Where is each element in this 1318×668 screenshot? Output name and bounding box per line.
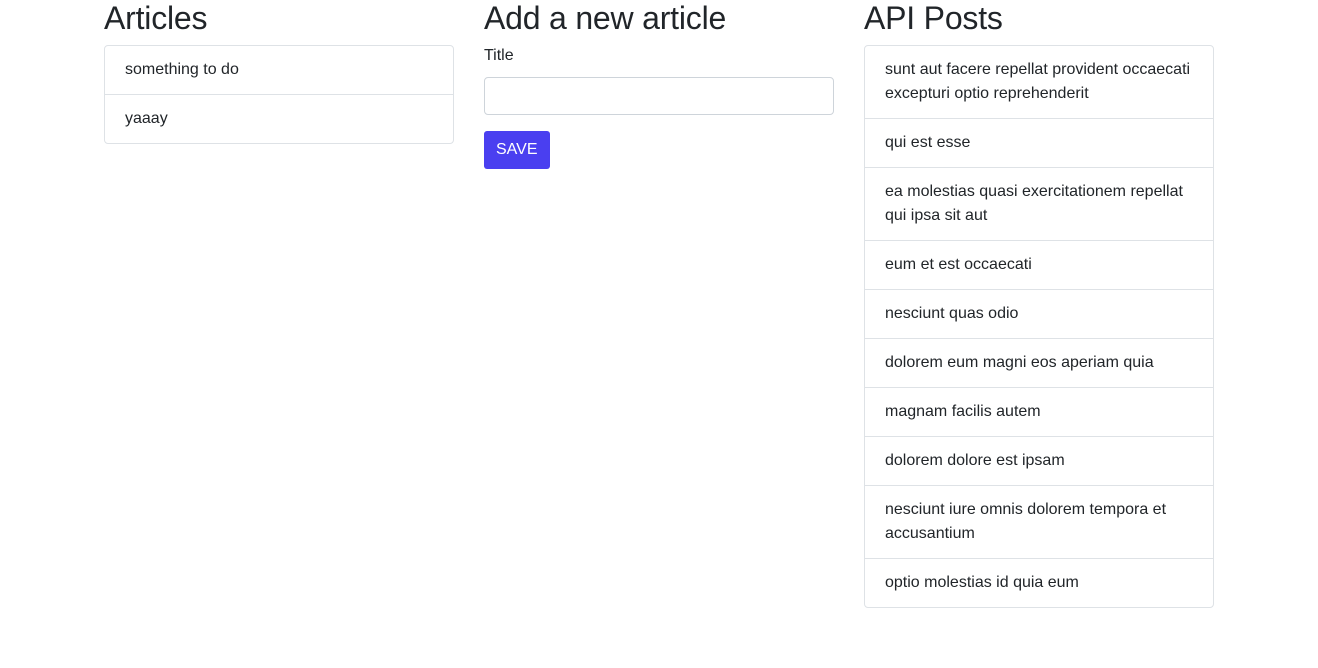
post-list-item: dolorem eum magni eos aperiam quia: [865, 339, 1213, 388]
post-list-item: eum et est occaecati: [865, 241, 1213, 290]
post-list-item: nesciunt iure omnis dolorem tempora et a…: [865, 486, 1213, 559]
api-posts-section: API Posts sunt aut facere repellat provi…: [864, 0, 1214, 608]
article-list-item: something to do: [105, 46, 453, 95]
article-list-item: yaaay: [125, 110, 168, 127]
post-list-item: dolorem dolore est ipsam: [865, 437, 1213, 486]
api-posts-heading: API Posts: [864, 0, 1003, 36]
add-article-section: Add a new article Title SAVE: [484, 0, 834, 169]
articles-heading: Articles: [104, 0, 208, 36]
articles-list: something to do yaaay: [104, 45, 454, 144]
api-posts-list: sunt aut facere repellat provident occae…: [864, 45, 1214, 608]
post-list-item: optio molestias id quia eum: [885, 574, 1079, 591]
title-input[interactable]: [484, 77, 834, 115]
post-list-item: sunt aut facere repellat provident occae…: [865, 46, 1213, 119]
post-list-item: ea molestias quasi exercitationem repell…: [865, 168, 1213, 241]
title-label: Title: [484, 47, 514, 64]
post-list-item: nesciunt quas odio: [865, 290, 1213, 339]
save-button[interactable]: SAVE: [484, 131, 550, 169]
page: Articles something to do yaaay Add a new…: [0, 0, 1318, 668]
articles-section: Articles something to do yaaay: [104, 0, 454, 144]
post-list-item: magnam facilis autem: [865, 388, 1213, 437]
add-article-heading: Add a new article: [484, 0, 727, 36]
post-list-item: qui est esse: [865, 119, 1213, 168]
